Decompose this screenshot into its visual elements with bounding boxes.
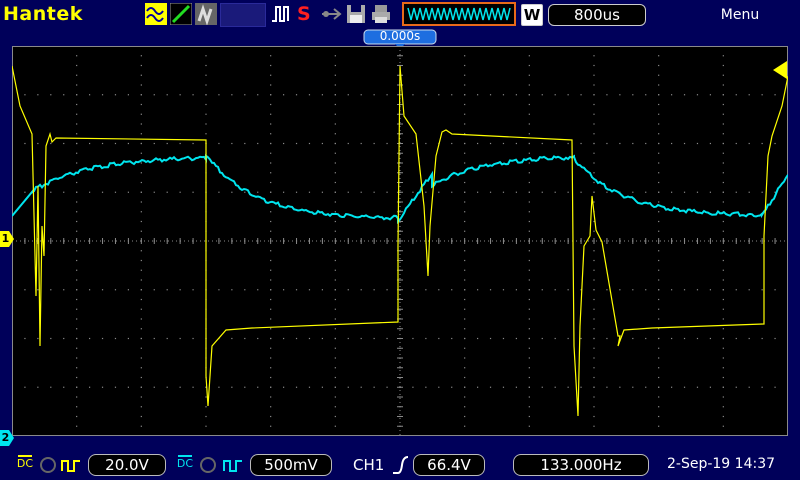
top-toolbar: Hantek S W 800us Menu <box>0 0 800 30</box>
sample-mode-icon[interactable] <box>145 3 167 25</box>
ch1-marker-label: 1 <box>1 232 10 245</box>
ch2-probe-icon[interactable] <box>222 455 244 475</box>
rising-edge-icon[interactable] <box>392 455 410 475</box>
ch1-coupling-badge[interactable]: DC <box>15 455 35 475</box>
trigger-offset-label: 0.000s <box>379 29 421 43</box>
ch2-marker-label: 2 <box>1 431 10 444</box>
wave-mode-label[interactable]: W <box>521 4 543 26</box>
trigger-edge-icon[interactable] <box>270 3 292 25</box>
waveform-canvas <box>11 45 789 437</box>
ch2-scale[interactable]: 500mV <box>250 454 332 476</box>
ch2-coupling-label: DC <box>176 457 194 470</box>
save-disk-icon[interactable] <box>345 3 367 25</box>
trigger-level[interactable]: 66.4V <box>413 454 485 476</box>
ch2-bw-limit-icon[interactable] <box>198 455 218 475</box>
printer-icon[interactable] <box>370 3 392 25</box>
average-mode-icon[interactable] <box>195 3 217 25</box>
ch1-bw-limit-icon[interactable] <box>38 455 58 475</box>
ch2-coupling-badge[interactable]: DC <box>175 455 195 475</box>
trigger-frequency: 133.000Hz <box>513 454 649 476</box>
timebase-display[interactable]: 800us <box>548 4 646 26</box>
peak-detect-icon[interactable] <box>170 3 192 25</box>
brand-logo: Hantek <box>3 3 83 25</box>
ch1-coupling-label: DC <box>16 457 34 470</box>
waveform-display[interactable] <box>11 45 789 437</box>
menu-button[interactable]: Menu <box>700 7 780 23</box>
trigger-source[interactable]: CH1 <box>353 456 384 474</box>
ch1-probe-icon[interactable] <box>60 455 82 475</box>
run-stop-indicator[interactable]: S <box>297 3 315 25</box>
datetime: 2-Sep-19 14:37 <box>667 456 776 472</box>
mode-blank-panel <box>220 3 266 27</box>
waveform-overview[interactable] <box>402 2 516 26</box>
ch1-scale[interactable]: 20.0V <box>88 454 166 476</box>
usb-icon <box>322 8 342 20</box>
trigger-level-marker[interactable] <box>771 61 787 79</box>
